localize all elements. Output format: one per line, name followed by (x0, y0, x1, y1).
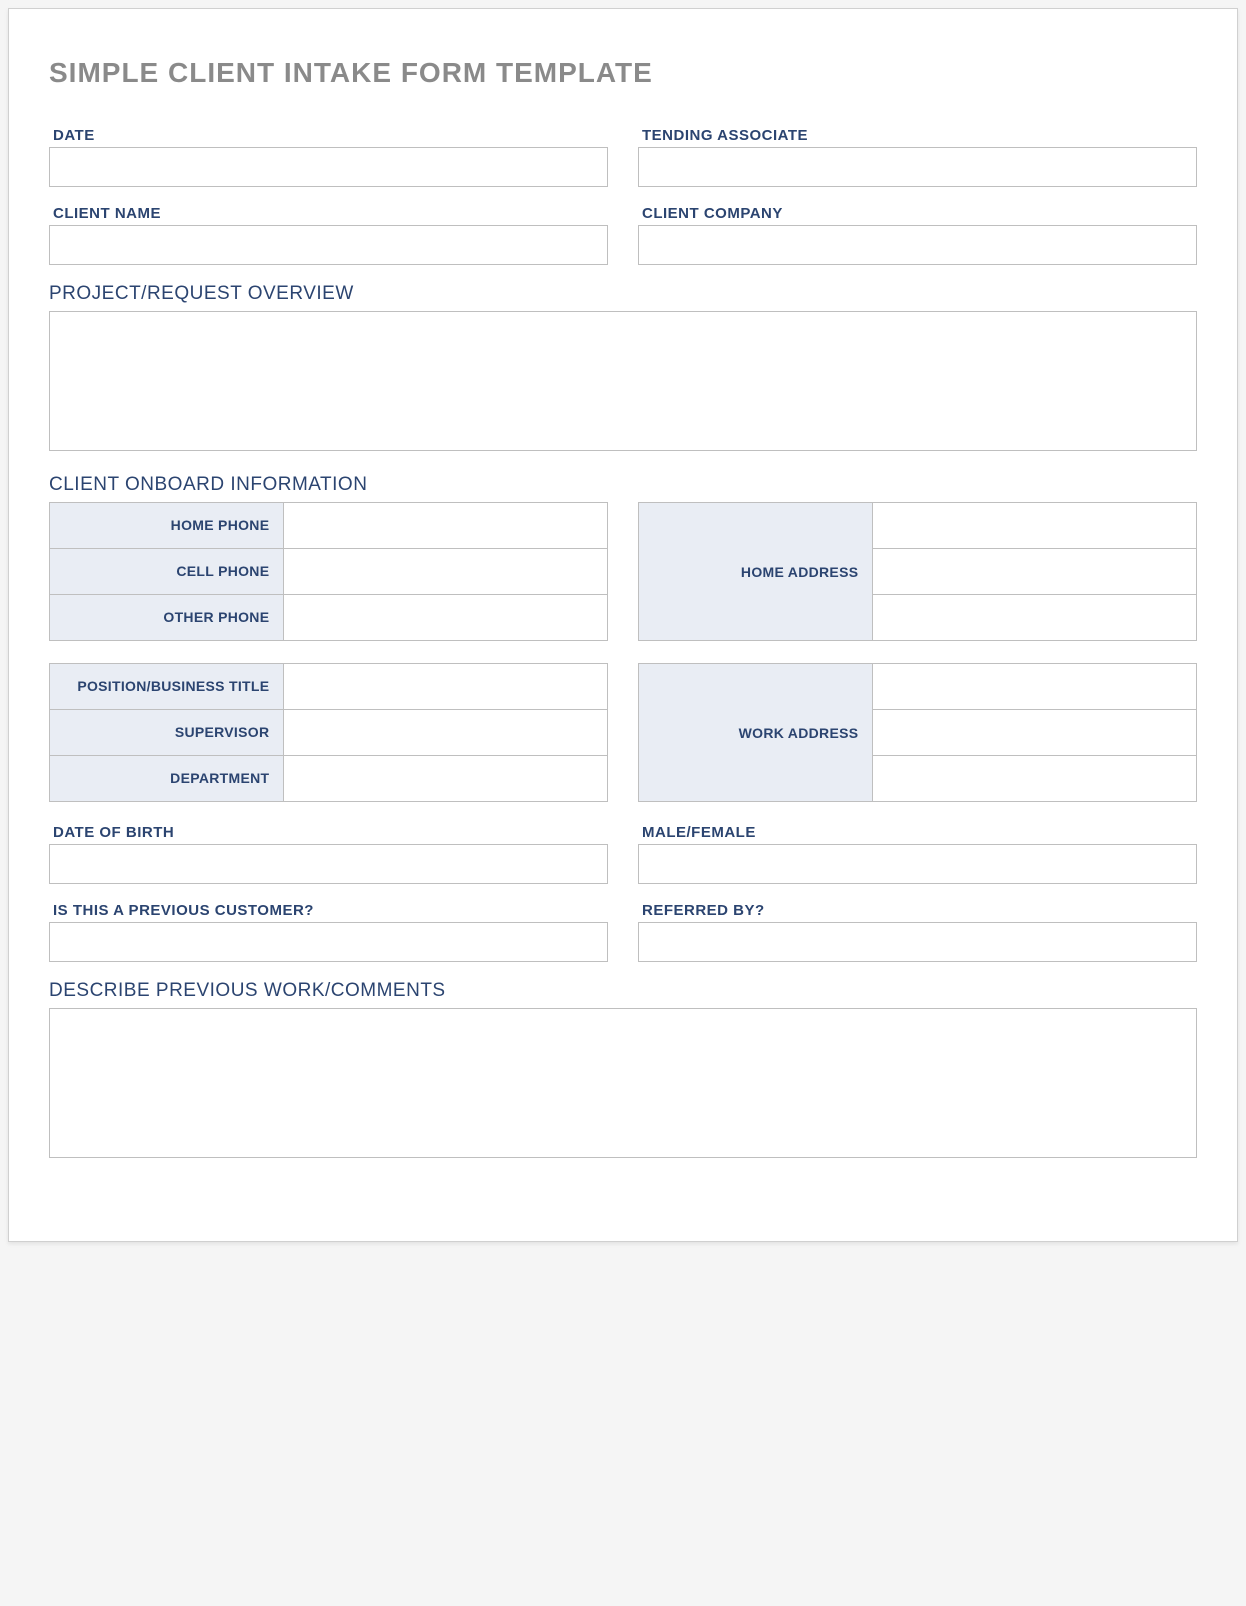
department-input[interactable] (284, 756, 607, 801)
referred-by-label: REFERRED BY? (638, 902, 1197, 919)
department-label: DEPARTMENT (50, 756, 284, 802)
work-address-input-1[interactable] (873, 664, 1196, 709)
project-overview-textarea[interactable] (49, 311, 1197, 451)
client-name-label: CLIENT NAME (49, 205, 608, 222)
work-address-input-3[interactable] (873, 756, 1196, 801)
gender-label: MALE/FEMALE (638, 824, 1197, 841)
gender-input[interactable] (638, 844, 1197, 884)
home-address-label: HOME ADDRESS (639, 503, 873, 641)
work-address-input-2[interactable] (873, 710, 1196, 755)
grid-position-work-address: POSITION/BUSINESS TITLE SUPERVISOR DEPAR… (49, 663, 1197, 802)
position-label: POSITION/BUSINESS TITLE (50, 664, 284, 710)
supervisor-label: SUPERVISOR (50, 710, 284, 756)
row-previous-referred: IS THIS A PREVIOUS CUSTOMER? REFERRED BY… (49, 902, 1197, 962)
home-phone-input[interactable] (284, 503, 607, 548)
tending-associate-input[interactable] (638, 147, 1197, 187)
home-address-input-3[interactable] (873, 595, 1196, 640)
home-address-input-1[interactable] (873, 503, 1196, 548)
client-onboard-section-label: CLIENT ONBOARD INFORMATION (49, 474, 1197, 496)
work-address-label: WORK ADDRESS (639, 664, 873, 802)
comments-label: DESCRIBE PREVIOUS WORK/COMMENTS (49, 980, 1197, 1002)
client-company-input[interactable] (638, 225, 1197, 265)
project-overview-section: PROJECT/REQUEST OVERVIEW (49, 283, 1197, 456)
previous-customer-label: IS THIS A PREVIOUS CUSTOMER? (49, 902, 608, 919)
other-phone-label: OTHER PHONE (50, 595, 284, 641)
date-input[interactable] (49, 147, 608, 187)
referred-by-input[interactable] (638, 922, 1197, 962)
position-table: POSITION/BUSINESS TITLE SUPERVISOR DEPAR… (49, 663, 608, 802)
comments-section: DESCRIBE PREVIOUS WORK/COMMENTS (49, 980, 1197, 1163)
dob-label: DATE OF BIRTH (49, 824, 608, 841)
cell-phone-input[interactable] (284, 549, 607, 594)
home-phone-label: HOME PHONE (50, 503, 284, 549)
client-company-label: CLIENT COMPANY (638, 205, 1197, 222)
row-client-name-company: CLIENT NAME CLIENT COMPANY (49, 205, 1197, 265)
comments-textarea[interactable] (49, 1008, 1197, 1158)
tending-associate-label: TENDING ASSOCIATE (638, 127, 1197, 144)
cell-phone-label: CELL PHONE (50, 549, 284, 595)
phones-table: HOME PHONE CELL PHONE OTHER PHONE (49, 502, 608, 641)
intake-form-page: SIMPLE CLIENT INTAKE FORM TEMPLATE DATE … (8, 8, 1238, 1242)
date-label: DATE (49, 127, 608, 144)
dob-input[interactable] (49, 844, 608, 884)
grid-phones-home-address: HOME PHONE CELL PHONE OTHER PHONE HOME A… (49, 502, 1197, 641)
client-name-input[interactable] (49, 225, 608, 265)
work-address-table: WORK ADDRESS (638, 663, 1197, 802)
row-date-associate: DATE TENDING ASSOCIATE (49, 127, 1197, 187)
home-address-input-2[interactable] (873, 549, 1196, 594)
previous-customer-input[interactable] (49, 922, 608, 962)
supervisor-input[interactable] (284, 710, 607, 755)
other-phone-input[interactable] (284, 595, 607, 640)
row-dob-gender: DATE OF BIRTH MALE/FEMALE (49, 824, 1197, 884)
form-title: SIMPLE CLIENT INTAKE FORM TEMPLATE (49, 57, 1197, 89)
position-input[interactable] (284, 664, 607, 709)
project-overview-label: PROJECT/REQUEST OVERVIEW (49, 283, 1197, 305)
home-address-table: HOME ADDRESS (638, 502, 1197, 641)
